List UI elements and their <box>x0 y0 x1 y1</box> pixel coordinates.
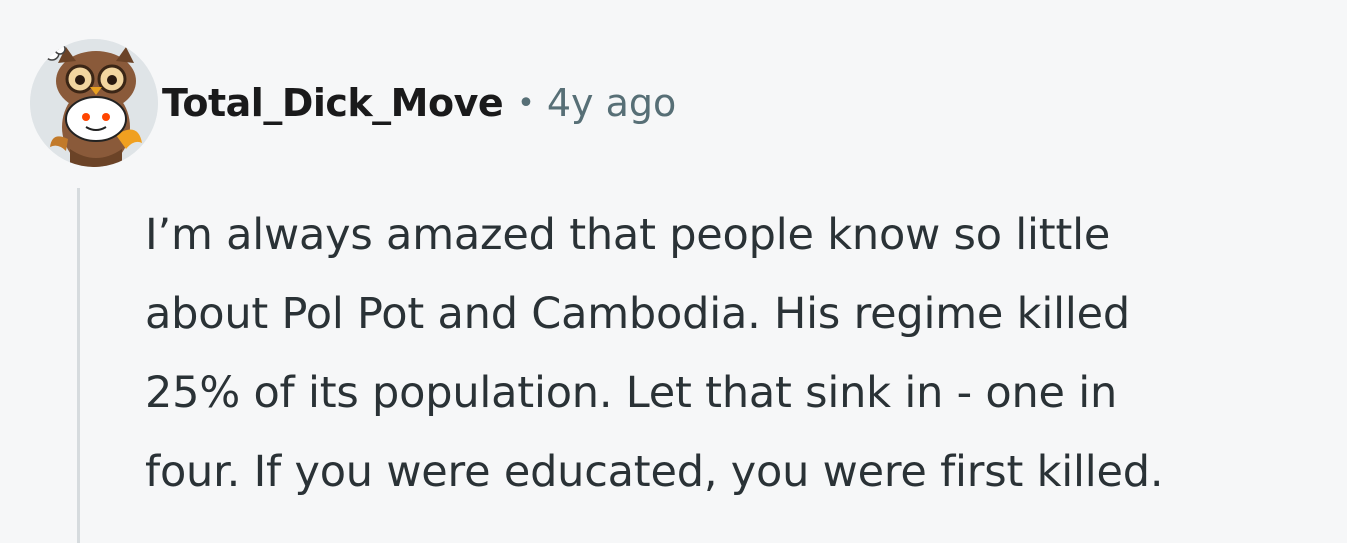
comment-timestamp[interactable]: 4y ago <box>547 81 676 125</box>
username-link[interactable]: Total_Dick_Move <box>162 81 504 125</box>
comment-line: I’m always amazed that people know so li… <box>145 210 1111 260</box>
comment-line: about Pol Pot and Cambodia. His regime k… <box>145 289 1130 339</box>
comment-header: Total_Dick_Move • 4y ago <box>30 38 676 168</box>
avatar[interactable] <box>30 39 158 167</box>
owl-snoo-avatar-icon <box>30 39 158 167</box>
comment-line: four. If you were educated, you were fir… <box>145 447 1164 497</box>
thread-line[interactable] <box>77 188 80 543</box>
comment: Total_Dick_Move • 4y ago I’m always amaz… <box>0 0 1347 543</box>
meta-separator: • <box>517 85 535 121</box>
comment-body: I’m always amazed that people know so li… <box>145 196 1335 512</box>
comment-line: 25% of its population. Let that sink in … <box>145 368 1118 418</box>
